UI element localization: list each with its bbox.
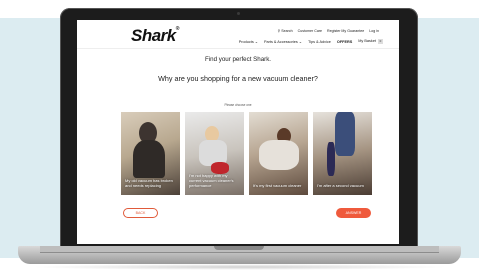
search-link[interactable]: ⚲ Search <box>278 29 293 33</box>
answer-card-first-vacuum[interactable]: It's my first vacuum cleaner <box>249 112 308 195</box>
registered-mark: ® <box>175 26 180 32</box>
back-button[interactable]: BACK <box>123 208 158 218</box>
choose-instruction: Please choose one <box>224 103 252 107</box>
answer-card-second-vacuum[interactable]: I'm after a second vacuum <box>313 112 372 195</box>
customer-care-link[interactable]: Customer Care <box>298 29 322 33</box>
laptop-shadow <box>30 264 449 270</box>
header-divider <box>77 48 399 49</box>
utility-links: ⚲ Search Customer Care Register My Guara… <box>278 29 379 33</box>
basket-label: My Basket <box>358 39 376 43</box>
answer-card-not-happy[interactable]: I'm not happy with my current vacuum cle… <box>185 112 244 195</box>
nav-parts-accessories[interactable]: Parts & Accessories ⌄ <box>264 39 302 44</box>
main-nav: Products ⌄ Parts & Accessories ⌄ Tips & … <box>239 39 383 44</box>
nav-products[interactable]: Products ⌄ <box>239 39 258 44</box>
answer-button[interactable]: ANSWER <box>336 208 371 218</box>
vacuum-photo <box>327 142 335 176</box>
shark-logo[interactable]: Shark® <box>131 26 179 46</box>
search-icon: ⚲ <box>277 29 281 33</box>
answer-card-label: My old vacuum has broken and needs repla… <box>125 178 173 188</box>
person-photo-body <box>259 140 299 170</box>
quiz-question: Why are you shopping for a new vacuum cl… <box>158 74 318 83</box>
answer-card-label: I'm after a second vacuum <box>317 183 364 188</box>
camera-icon <box>237 12 240 15</box>
nav-tips-advice[interactable]: Tips & Advice <box>308 40 331 44</box>
answer-card-label: I'm not happy with my current vacuum cle… <box>189 173 234 188</box>
logo-text: Shark <box>131 26 176 45</box>
page-headline: Find your perfect Shark. <box>204 56 272 63</box>
answer-cards: My old vacuum has broken and needs repla… <box>121 112 372 195</box>
nav-offers[interactable]: OFFERS <box>337 40 352 44</box>
laptop-screen: Shark® ⚲ Search Customer Care Register M… <box>77 20 399 244</box>
person-photo-body <box>133 140 165 178</box>
answer-card-broken[interactable]: My old vacuum has broken and needs repla… <box>121 112 180 195</box>
laptop-notch <box>214 246 264 250</box>
register-guarantee-link[interactable]: Register My Guarantee <box>327 29 364 33</box>
basket-count-badge: 0 <box>378 39 383 44</box>
person-photo-legs <box>335 112 355 156</box>
basket-link[interactable]: My Basket 0 <box>358 39 383 44</box>
login-link[interactable]: Log in <box>369 29 379 33</box>
answer-card-label: It's my first vacuum cleaner <box>253 183 302 188</box>
